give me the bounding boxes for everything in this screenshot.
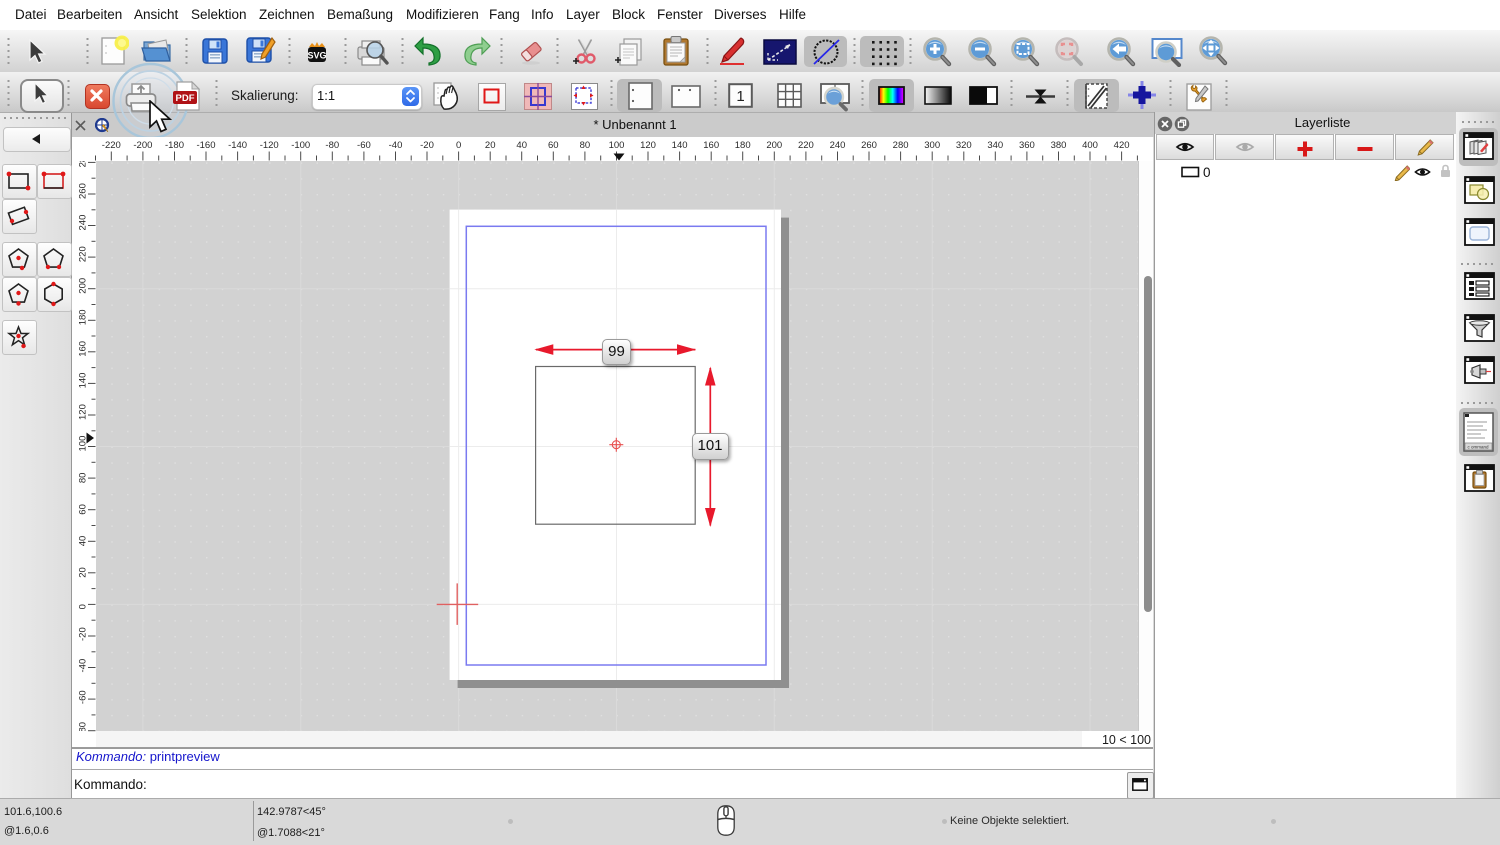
svg-text:360: 360	[1019, 140, 1035, 151]
svg-text:260: 260	[861, 140, 877, 151]
svg-text:280: 280	[893, 140, 909, 151]
svg-text:60: 60	[78, 504, 89, 515]
svg-text:-20: -20	[420, 140, 434, 151]
svg-text:20: 20	[78, 567, 89, 578]
svg-text:0: 0	[456, 140, 461, 151]
svg-text:240: 240	[78, 215, 89, 231]
svg-text:120: 120	[640, 140, 656, 151]
svg-text:-60: -60	[357, 140, 371, 151]
svg-text:140: 140	[78, 373, 89, 389]
svg-text:-180: -180	[165, 140, 184, 151]
svg-text:100: 100	[609, 140, 625, 151]
svg-text:-80: -80	[325, 140, 339, 151]
svg-text:420: 420	[1114, 140, 1130, 151]
svg-text:SVG: SVG	[307, 51, 326, 61]
svg-text:220: 220	[798, 140, 814, 151]
svg-text:-40: -40	[389, 140, 403, 151]
svg-text:40: 40	[516, 140, 527, 151]
svg-text:-100: -100	[291, 140, 310, 151]
svg-text:340: 340	[987, 140, 1003, 151]
svg-text:PDF: PDF	[176, 93, 195, 104]
svg-text:400: 400	[1082, 140, 1098, 151]
svg-text:120: 120	[78, 404, 89, 420]
svg-text:60: 60	[548, 140, 559, 151]
svg-text:-60: -60	[78, 690, 89, 704]
svg-text:-140: -140	[228, 140, 247, 151]
svg-text:-200: -200	[133, 140, 152, 151]
svg-text:-160: -160	[196, 140, 215, 151]
svg-text:20: 20	[485, 140, 496, 151]
svg-text:-120: -120	[260, 140, 279, 151]
svg-text:260: 260	[78, 183, 89, 199]
svg-text:1: 1	[736, 88, 744, 105]
svg-text:c ommand: c ommand	[1467, 445, 1489, 450]
svg-text:320: 320	[956, 140, 972, 151]
svg-text:80: 80	[580, 140, 591, 151]
svg-text:10 < 100: 10 < 100	[1102, 733, 1151, 747]
svg-text:380: 380	[1051, 140, 1067, 151]
svg-text:200: 200	[78, 278, 89, 294]
svg-text:80: 80	[78, 473, 89, 484]
svg-text:200: 200	[766, 140, 782, 151]
svg-text:0: 0	[78, 604, 89, 609]
svg-text:220: 220	[78, 246, 89, 262]
svg-text:-40: -40	[78, 659, 89, 673]
svg-text:140: 140	[672, 140, 688, 151]
svg-text:180: 180	[735, 140, 751, 151]
svg-text:40: 40	[78, 536, 89, 547]
svg-text:-20: -20	[78, 627, 89, 641]
svg-text:-220: -220	[102, 140, 121, 151]
svg-text:300: 300	[924, 140, 940, 151]
svg-text:240: 240	[830, 140, 846, 151]
svg-text:180: 180	[78, 309, 89, 325]
svg-text:160: 160	[78, 341, 89, 357]
svg-text:160: 160	[703, 140, 719, 151]
